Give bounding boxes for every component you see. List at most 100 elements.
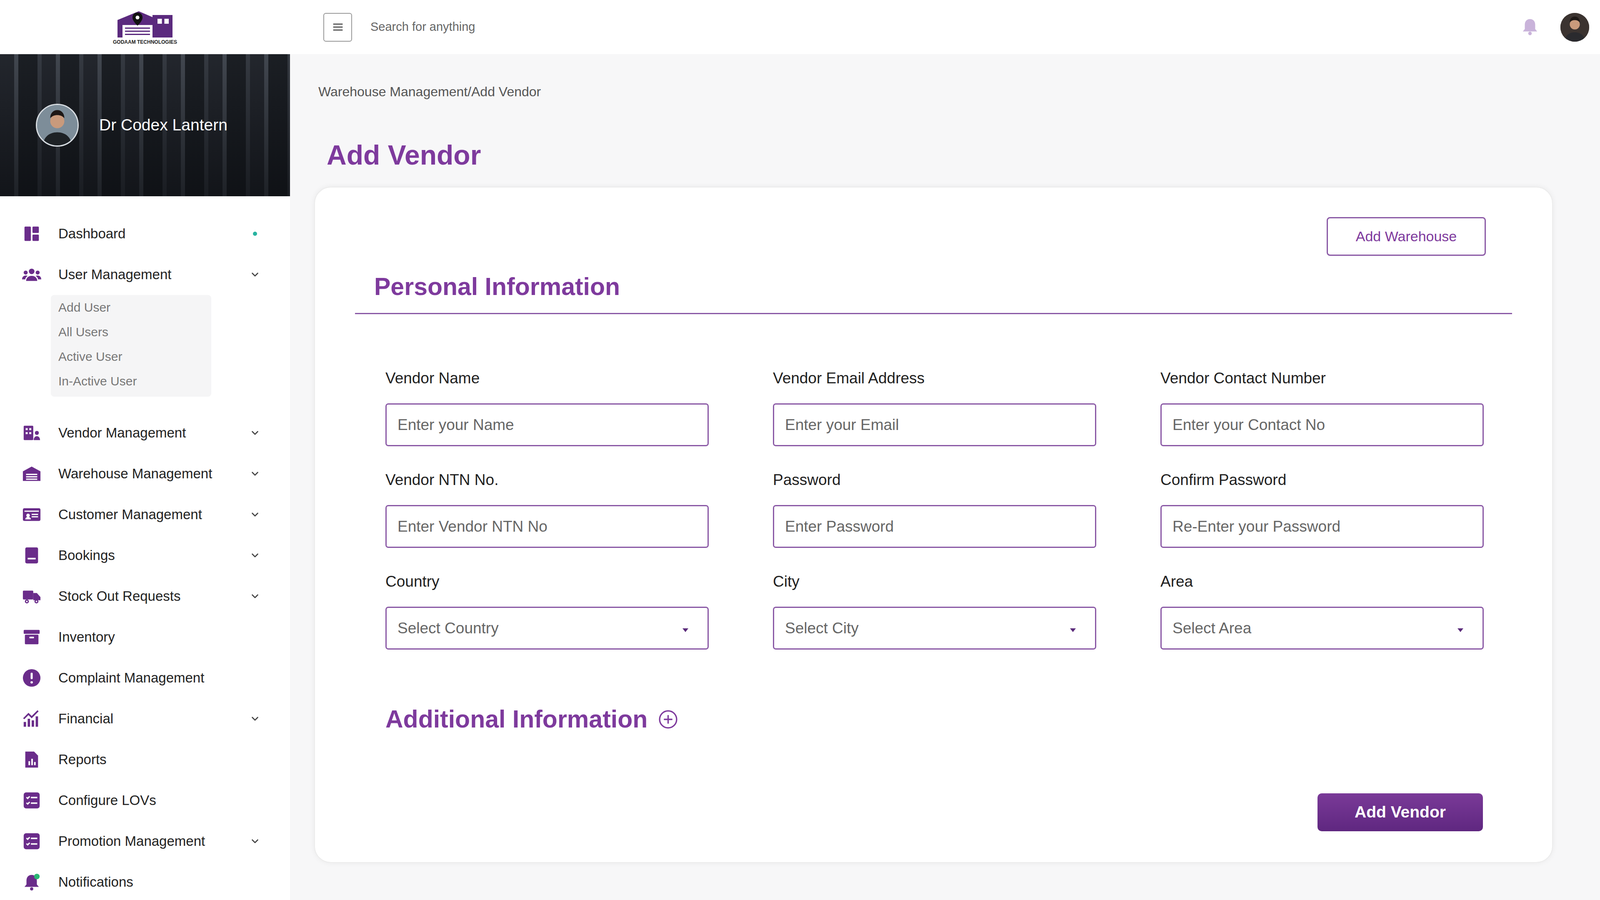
sidebar-item-label[interactable]: Reports [58, 749, 107, 770]
sidebar-item[interactable]: User Management [0, 254, 290, 295]
additional-info-label[interactable]: Additional Information [385, 704, 648, 734]
bell-icon[interactable] [1520, 17, 1540, 37]
caret-down-icon[interactable] [1457, 628, 1464, 633]
sidebar-item-label[interactable]: Customer Management [58, 504, 203, 525]
field-label: Confirm Password [1160, 470, 1484, 490]
sidebar-item[interactable]: Dashboard [0, 213, 290, 255]
select-field[interactable]: Select Area [1160, 606, 1484, 650]
plus-circle-icon[interactable] [657, 709, 679, 730]
sidebar-item-label[interactable]: Warehouse Management [58, 463, 213, 485]
bell-icon [21, 872, 42, 892]
sidebar-item-label[interactable]: Vendor Management [58, 422, 186, 444]
chevron-down-icon[interactable] [249, 269, 261, 280]
select-field[interactable]: Select City [772, 606, 1097, 650]
submenu-item[interactable]: All Users [50, 319, 212, 345]
submenu-item[interactable]: Active User [50, 344, 212, 369]
bell-icon [22, 872, 42, 892]
chevron-down-icon[interactable] [249, 427, 261, 439]
sidebar-item[interactable]: Warehouse Management [0, 453, 290, 495]
sidebar-item-label[interactable]: Financial [58, 708, 114, 730]
vendor-icon [21, 423, 42, 443]
add-warehouse-button[interactable]: Add Warehouse [1326, 217, 1486, 256]
sidebar-item-trail [247, 550, 263, 561]
text-input[interactable] [772, 403, 1097, 447]
chevron-down-icon[interactable] [249, 468, 261, 480]
text-input[interactable] [385, 505, 709, 548]
sidebar-item-label[interactable]: Complaint Management [58, 667, 205, 689]
hamburger-icon[interactable] [330, 20, 345, 35]
chevron-down-icon[interactable] [249, 590, 261, 602]
sidebar-item[interactable]: Notifications [0, 861, 290, 900]
chevron-down-icon[interactable] [249, 468, 261, 480]
text-input[interactable] [385, 403, 709, 447]
text-input[interactable] [772, 505, 1097, 548]
sidebar-item[interactable]: Customer Management [0, 494, 290, 535]
sidebar-item-trail [247, 713, 263, 725]
chevron-down-icon[interactable] [249, 509, 261, 520]
active-dot [252, 231, 258, 236]
sidebar-item[interactable]: Configure LOVs [0, 780, 290, 821]
chevron-down-icon[interactable] [249, 427, 261, 439]
chevron-down-icon[interactable] [249, 550, 261, 561]
add-vendor-button[interactable]: Add Vendor [1317, 793, 1483, 832]
user-avatar-icon[interactable] [1560, 12, 1590, 42]
truck-icon [22, 586, 42, 606]
chevron-down-icon[interactable] [249, 269, 261, 280]
user-avatar-icon[interactable] [1560, 12, 1590, 42]
sidebar-item-trail [247, 427, 263, 439]
sidebar-item-label[interactable]: Stock Out Requests [58, 585, 181, 607]
submenu-item[interactable]: Add User [50, 295, 212, 320]
breadcrumb[interactable]: Warehouse Management/Add Vendor [314, 83, 1553, 100]
caret-down-icon[interactable] [1070, 628, 1076, 633]
form-field: Vendor NTN No. [385, 470, 709, 548]
text-input[interactable] [1160, 505, 1484, 548]
chevron-down-icon[interactable] [249, 713, 261, 725]
submenu-item[interactable]: In-Active User [50, 368, 212, 394]
search-input[interactable] [370, 15, 746, 39]
truck-icon [21, 586, 42, 606]
select-placeholder[interactable]: Select City [785, 616, 859, 640]
menu-button[interactable] [323, 12, 353, 42]
chevron-down-icon[interactable] [249, 550, 261, 561]
field-label: Password [772, 470, 1097, 490]
form-field: Password [772, 470, 1097, 548]
sidebar-item[interactable]: Vendor Management [0, 412, 290, 454]
chevron-down-icon[interactable] [249, 835, 261, 847]
chevron-down-icon[interactable] [249, 713, 261, 725]
sidebar-item[interactable]: Reports [0, 739, 290, 780]
vendor-icon [22, 423, 42, 443]
hamburger-icon[interactable] [330, 20, 345, 35]
select-placeholder[interactable]: Select Country [397, 616, 499, 640]
form-field: Country Select Country [385, 572, 709, 650]
sidebar-item-label[interactable]: Inventory [58, 626, 115, 648]
sidebar-item[interactable]: Complaint Management [0, 657, 290, 699]
sidebar-item-label[interactable]: Configure LOVs [58, 790, 157, 811]
sidebar-item[interactable]: Stock Out Requests [0, 575, 290, 617]
field-label: Area [1160, 572, 1484, 591]
bell-icon[interactable] [1520, 17, 1540, 37]
chevron-down-icon[interactable] [249, 590, 261, 602]
sidebar-item-label[interactable]: User Management [58, 264, 172, 285]
logo[interactable]: GODAAM TECHNOLOGIES [112, 8, 178, 45]
form-field: Confirm Password [1160, 470, 1484, 548]
text-input[interactable] [1160, 403, 1484, 447]
chevron-down-icon[interactable] [249, 509, 261, 520]
sidebar-item[interactable]: Financial [0, 698, 290, 740]
sidebar-item[interactable]: Bookings [0, 535, 290, 576]
sidebar-item-label[interactable]: Notifications [58, 871, 134, 893]
field-label: Country [385, 572, 709, 591]
sidebar-item-label[interactable]: Dashboard [58, 223, 126, 245]
caret-down-icon[interactable] [682, 628, 689, 633]
chevron-down-icon[interactable] [249, 835, 261, 847]
additional-info-toggle[interactable]: Additional Information [355, 704, 1513, 734]
inventory-icon [22, 627, 42, 647]
sidebar-item-label[interactable]: Bookings [58, 545, 115, 566]
customer-icon [22, 505, 42, 525]
select-placeholder[interactable]: Select Area [1172, 616, 1252, 640]
sidebar-item[interactable]: Promotion Management [0, 820, 290, 862]
sidebar-item[interactable]: Inventory [0, 616, 290, 658]
plus-circle-icon[interactable] [657, 709, 679, 730]
field-label: City [772, 572, 1097, 591]
sidebar-item-label[interactable]: Promotion Management [58, 830, 205, 852]
select-field[interactable]: Select Country [385, 606, 709, 650]
